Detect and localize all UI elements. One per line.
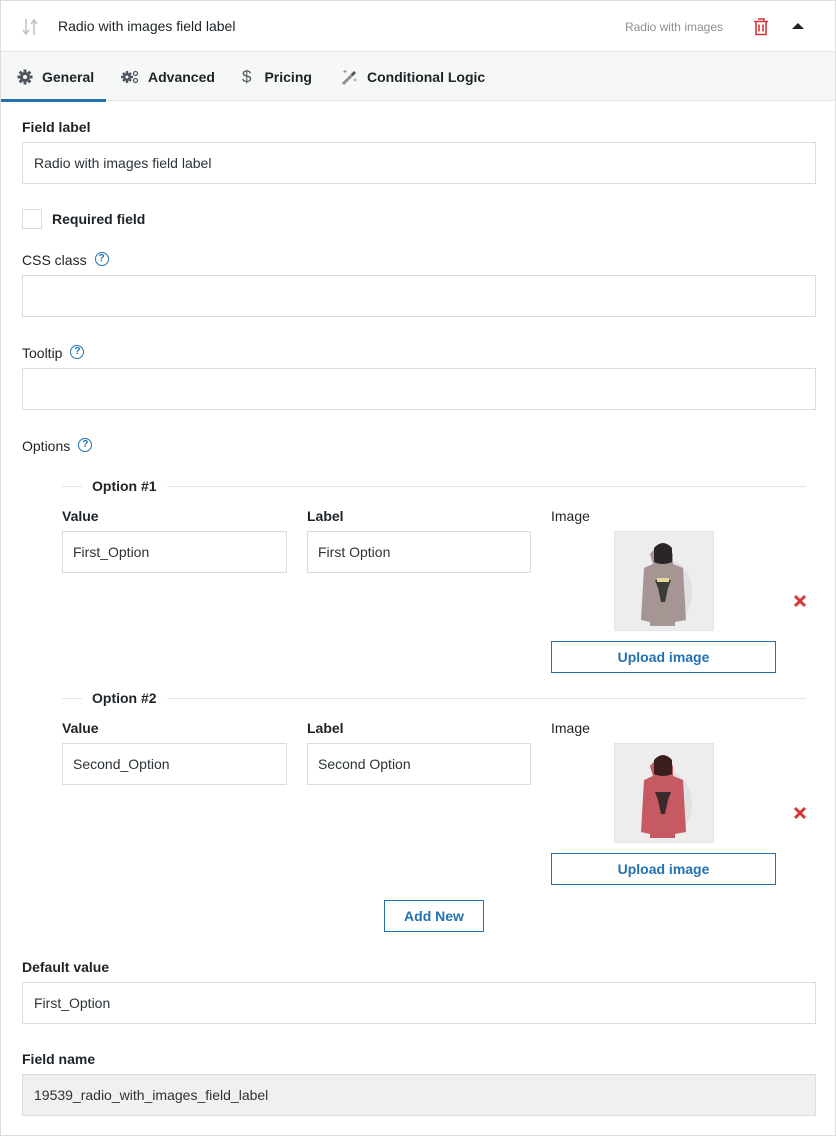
tab-general-label: General bbox=[42, 68, 95, 85]
option-label-label: Label bbox=[307, 508, 344, 524]
option-image-thumbnail[interactable] bbox=[614, 743, 714, 843]
tooltip-label: Tooltip bbox=[22, 345, 63, 361]
field-label-input[interactable]: Radio with images field label bbox=[22, 142, 816, 184]
upload-image-button[interactable]: Upload image bbox=[551, 641, 776, 673]
help-icon[interactable]: ? bbox=[70, 345, 85, 360]
magic-wand-icon bbox=[341, 68, 357, 85]
field-header[interactable]: Radio with images field label Radio with… bbox=[1, 1, 835, 52]
required-field-label: Required field bbox=[52, 211, 146, 227]
tooltip-input[interactable] bbox=[22, 368, 816, 410]
option-image-label: Image bbox=[551, 720, 590, 736]
tab-bar: General Advanced $ Pricing Conditional L… bbox=[1, 52, 835, 102]
option-image-thumbnail[interactable] bbox=[614, 531, 714, 631]
remove-option-icon[interactable] bbox=[793, 594, 807, 608]
field-editor-panel: Radio with images field label Radio with… bbox=[0, 0, 836, 1136]
option-image-label: Image bbox=[551, 508, 590, 524]
option-label-input[interactable]: Second Option bbox=[307, 743, 531, 785]
help-icon[interactable]: ? bbox=[94, 252, 109, 267]
css-class-label: CSS class bbox=[22, 252, 87, 268]
tab-conditional-logic-label: Conditional Logic bbox=[367, 68, 486, 85]
options-label: Options bbox=[22, 438, 71, 454]
field-label-heading: Field label bbox=[22, 119, 91, 135]
sort-arrows-icon[interactable] bbox=[20, 17, 40, 37]
add-new-option-button[interactable]: Add New bbox=[384, 900, 484, 932]
option-value-label: Value bbox=[62, 720, 99, 736]
required-field-checkbox[interactable] bbox=[22, 209, 42, 229]
default-value-heading: Default value bbox=[22, 959, 110, 975]
field-type-label: Radio with images bbox=[624, 20, 723, 34]
hoodie-image bbox=[641, 755, 692, 838]
trash-icon[interactable] bbox=[753, 18, 769, 36]
option-value-label: Value bbox=[62, 508, 99, 524]
gears-icon bbox=[121, 70, 139, 83]
field-title: Radio with images field label bbox=[58, 18, 236, 34]
option-legend: Option #2 bbox=[82, 690, 167, 706]
dollar-icon: $ bbox=[242, 66, 252, 86]
option-label-label: Label bbox=[307, 720, 344, 736]
tab-advanced-label: Advanced bbox=[148, 68, 215, 85]
tab-conditional-logic[interactable]: Conditional Logic bbox=[340, 52, 485, 101]
option-legend: Option #1 bbox=[82, 478, 167, 494]
option-divider bbox=[62, 698, 806, 699]
upload-image-button[interactable]: Upload image bbox=[551, 853, 776, 885]
css-class-heading: CSS class? bbox=[22, 252, 109, 268]
remove-option-icon[interactable] bbox=[793, 806, 807, 820]
field-name-heading: Field name bbox=[22, 1051, 96, 1067]
help-icon[interactable]: ? bbox=[78, 438, 93, 453]
field-name-input[interactable]: 19539_radio_with_images_field_label bbox=[22, 1074, 816, 1116]
default-value-input[interactable]: First_Option bbox=[22, 982, 816, 1024]
caret-up-icon[interactable] bbox=[792, 23, 804, 29]
option-divider bbox=[62, 486, 806, 487]
css-class-input[interactable] bbox=[22, 275, 816, 317]
tab-pricing-label: Pricing bbox=[264, 68, 312, 85]
tooltip-heading: Tooltip? bbox=[22, 345, 85, 361]
option-value-input[interactable]: Second_Option bbox=[62, 743, 287, 785]
tab-advanced[interactable]: Advanced bbox=[121, 52, 215, 101]
option-value-input[interactable]: First_Option bbox=[62, 531, 287, 573]
tab-pricing[interactable]: $ Pricing bbox=[242, 52, 312, 101]
hoodie-image bbox=[641, 543, 692, 626]
gear-icon bbox=[17, 69, 33, 84]
options-heading: Options? bbox=[22, 438, 93, 454]
option-label-input[interactable]: First Option bbox=[307, 531, 531, 573]
tab-general[interactable]: General bbox=[1, 52, 106, 102]
